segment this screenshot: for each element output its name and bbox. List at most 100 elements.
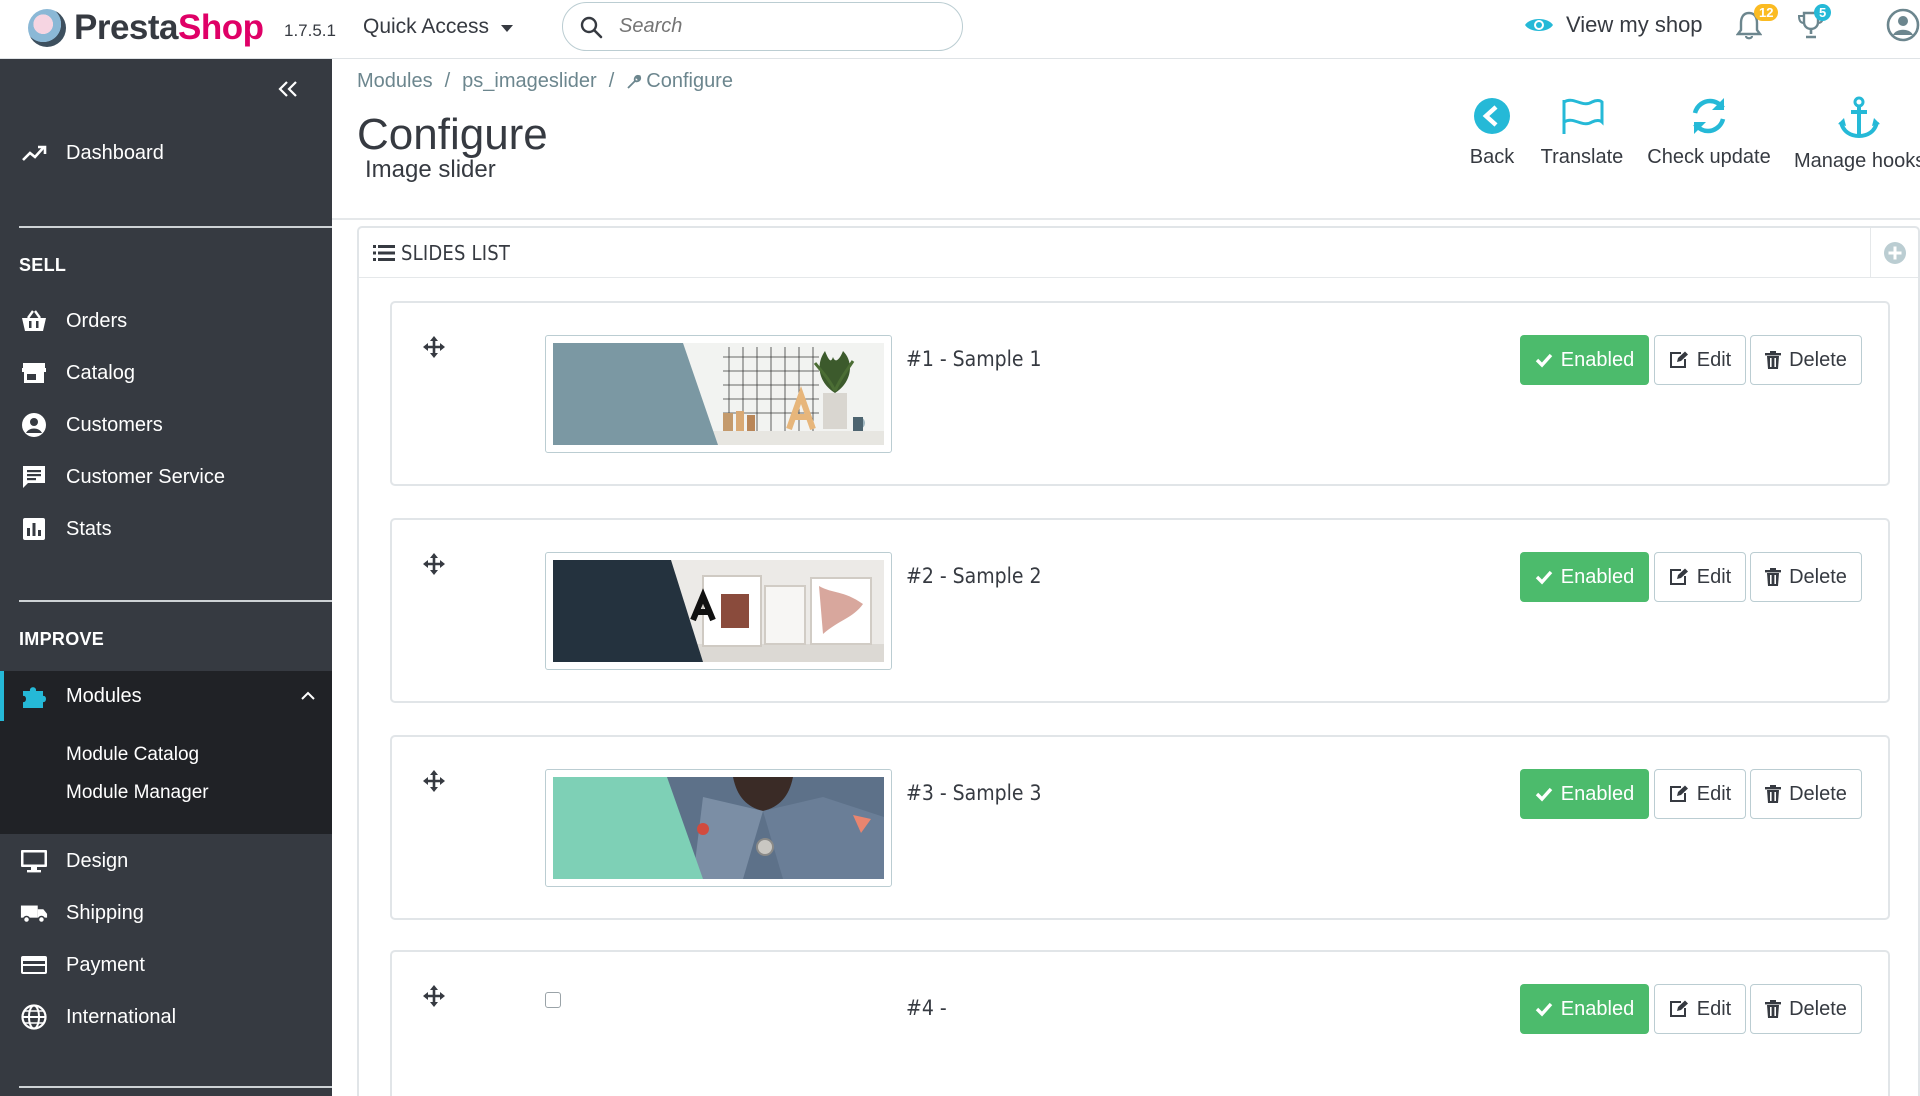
version-label: 1.7.5.1 bbox=[284, 21, 336, 40]
page-title: Configure bbox=[357, 110, 548, 159]
edit-label: Edit bbox=[1696, 348, 1732, 371]
breadcrumb-separator: / bbox=[444, 70, 451, 92]
sidebar-item-customers[interactable]: Customers bbox=[0, 402, 332, 448]
slide-title: #3 - Sample 3 bbox=[906, 781, 1042, 805]
sidebar-item-modules[interactable]: Modules bbox=[0, 673, 332, 719]
sidebar-item-shipping[interactable]: Shipping bbox=[0, 890, 332, 936]
quick-access-dropdown[interactable]: Quick Access bbox=[363, 15, 514, 39]
back-button[interactable]: Back bbox=[1463, 96, 1521, 169]
bar-chart-icon bbox=[20, 515, 48, 543]
edit-icon bbox=[1669, 568, 1688, 585]
edit-label: Edit bbox=[1696, 782, 1732, 805]
edit-button[interactable]: Edit bbox=[1654, 769, 1746, 819]
manage-hooks-button[interactable]: Manage hooks bbox=[1794, 96, 1920, 173]
globe-icon bbox=[20, 1003, 48, 1031]
enabled-toggle-button[interactable]: Enabled bbox=[1520, 984, 1649, 1034]
collapse-sidebar-button[interactable] bbox=[276, 79, 300, 104]
translate-button[interactable]: Translate bbox=[1538, 96, 1626, 169]
sidebar-item-label: Modules bbox=[66, 684, 142, 707]
trash-icon bbox=[1765, 785, 1782, 803]
breadcrumb-modules[interactable]: Modules bbox=[357, 70, 433, 93]
slide-title: #2 - Sample 2 bbox=[906, 564, 1042, 588]
sidebar-item-orders[interactable]: Orders bbox=[0, 298, 332, 344]
delete-button[interactable]: Delete bbox=[1750, 552, 1862, 602]
translate-label: Translate bbox=[1540, 146, 1624, 168]
slide-row: #1 - Sample 1 Enabled Edit Delete bbox=[390, 301, 1890, 486]
edit-button[interactable]: Edit bbox=[1654, 552, 1746, 602]
sidebar-item-label: Catalog bbox=[66, 361, 135, 384]
chevron-up-icon bbox=[301, 691, 315, 700]
move-arrows-icon bbox=[423, 985, 445, 1007]
add-slide-button[interactable] bbox=[1870, 228, 1918, 278]
desktop-icon bbox=[20, 847, 48, 875]
drag-handle[interactable] bbox=[422, 552, 446, 581]
search-input[interactable] bbox=[619, 15, 919, 38]
sidebar-item-international[interactable]: International bbox=[0, 994, 332, 1040]
sidebar-subitem-module-manager[interactable]: Module Manager bbox=[66, 782, 209, 804]
slide-image-sample-1 bbox=[553, 343, 884, 445]
notifications-badge: 12 bbox=[1754, 4, 1779, 21]
slide-title: #4 - bbox=[906, 996, 947, 1020]
orders-badge: 5 bbox=[1814, 4, 1832, 21]
edit-label: Edit bbox=[1696, 997, 1732, 1020]
plus-circle-icon bbox=[1883, 242, 1906, 264]
chat-icon bbox=[20, 463, 48, 491]
sidebar-section-improve: IMPROVE bbox=[19, 629, 105, 649]
truck-icon bbox=[20, 899, 48, 927]
sidebar-item-catalog[interactable]: Catalog bbox=[0, 350, 332, 396]
prestashop-logo[interactable]: PrestaShop bbox=[28, 8, 264, 48]
store-icon bbox=[20, 359, 48, 387]
logo-text-shop: Shop bbox=[178, 8, 264, 47]
drag-handle[interactable] bbox=[422, 335, 446, 364]
credit-card-icon bbox=[20, 951, 48, 979]
anchor-icon bbox=[1838, 96, 1880, 139]
trash-icon bbox=[1765, 568, 1782, 586]
breadcrumb-ps-imageslider[interactable]: ps_imageslider bbox=[462, 70, 597, 93]
sidebar-item-label: Stats bbox=[66, 517, 112, 540]
page-subtitle: Image slider bbox=[365, 156, 496, 183]
sidebar-item-payment[interactable]: Payment bbox=[0, 942, 332, 988]
sidebar-divider bbox=[19, 600, 332, 602]
wrench-icon bbox=[627, 74, 642, 89]
slide-image-sample-2 bbox=[553, 560, 884, 662]
edit-button[interactable]: Edit bbox=[1654, 335, 1746, 385]
enabled-label: Enabled bbox=[1560, 997, 1635, 1020]
view-my-shop-label: View my shop bbox=[1566, 12, 1703, 37]
sidebar-item-design[interactable]: Design bbox=[0, 838, 332, 884]
edit-button[interactable]: Edit bbox=[1654, 984, 1746, 1034]
check-update-button[interactable]: Check update bbox=[1647, 96, 1771, 169]
top-header: PrestaShop 1.7.5.1 Quick Access View my … bbox=[0, 0, 1920, 59]
quick-access-label: Quick Access bbox=[363, 15, 490, 38]
shopping-basket-icon bbox=[20, 307, 48, 335]
edit-label: Edit bbox=[1696, 565, 1732, 588]
enabled-label: Enabled bbox=[1560, 348, 1635, 371]
enabled-toggle-button[interactable]: Enabled bbox=[1520, 769, 1649, 819]
trash-icon bbox=[1765, 1000, 1782, 1018]
delete-button[interactable]: Delete bbox=[1750, 769, 1862, 819]
panel-heading: SLIDES LIST bbox=[359, 228, 1918, 278]
view-my-shop-link[interactable]: View my shop bbox=[1524, 12, 1703, 38]
user-account-button[interactable] bbox=[1886, 8, 1920, 47]
manage-hooks-label: Manage hooks bbox=[1794, 150, 1920, 172]
breadcrumb-configure: Configure bbox=[626, 70, 733, 93]
search-box[interactable] bbox=[562, 2, 963, 51]
double-chevron-left-icon bbox=[278, 81, 297, 97]
delete-button[interactable]: Delete bbox=[1750, 335, 1862, 385]
delete-button[interactable]: Delete bbox=[1750, 984, 1862, 1034]
sidebar-divider bbox=[19, 1086, 332, 1088]
check-icon bbox=[1535, 787, 1553, 802]
drag-handle[interactable] bbox=[422, 984, 446, 1013]
list-icon bbox=[373, 244, 395, 261]
sidebar-item-customer-service[interactable]: Customer Service bbox=[0, 454, 332, 500]
sidebar-item-stats[interactable]: Stats bbox=[0, 506, 332, 552]
check-icon bbox=[1535, 353, 1553, 368]
drag-handle[interactable] bbox=[422, 769, 446, 798]
notifications-button[interactable]: 12 bbox=[1735, 4, 1779, 45]
sidebar-item-dashboard[interactable]: Dashboard bbox=[0, 130, 332, 176]
orders-button[interactable]: 5 bbox=[1796, 4, 1832, 45]
enabled-toggle-button[interactable]: Enabled bbox=[1520, 552, 1649, 602]
enabled-toggle-button[interactable]: Enabled bbox=[1520, 335, 1649, 385]
sidebar-subitem-module-catalog[interactable]: Module Catalog bbox=[66, 744, 199, 766]
slide-row: #2 - Sample 2 Enabled Edit Delete bbox=[390, 518, 1890, 703]
delete-label: Delete bbox=[1789, 997, 1847, 1020]
